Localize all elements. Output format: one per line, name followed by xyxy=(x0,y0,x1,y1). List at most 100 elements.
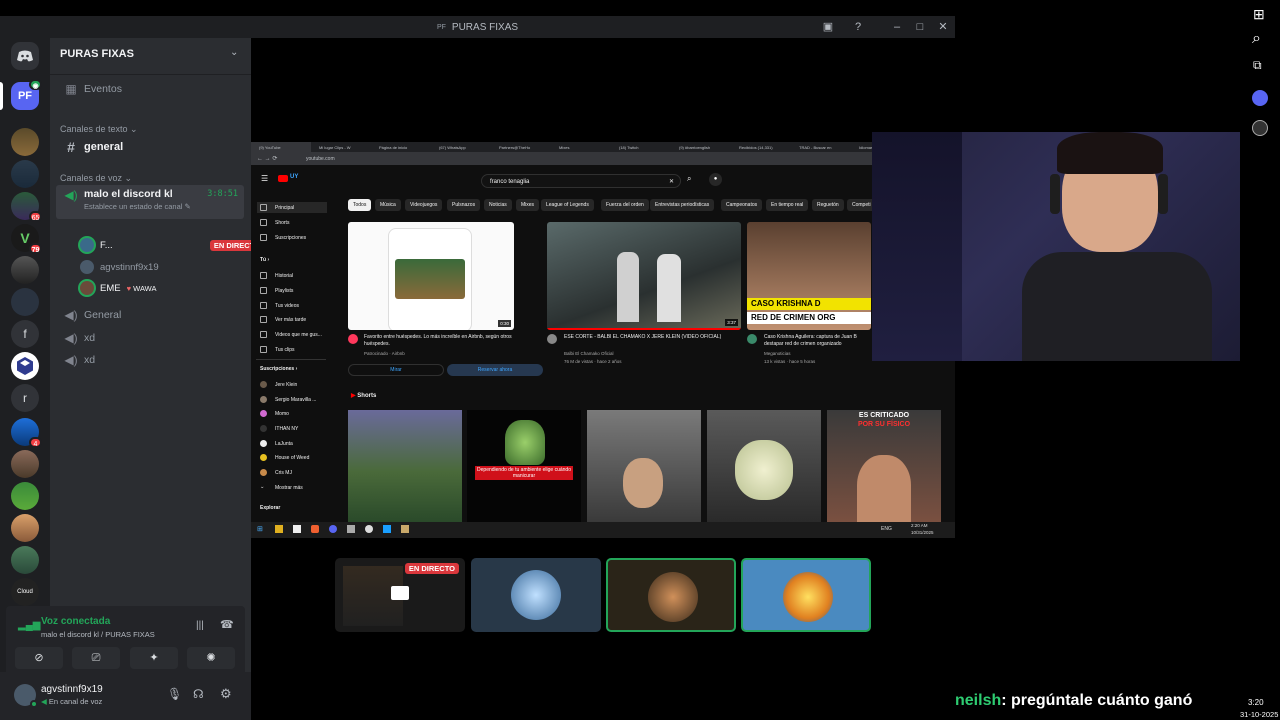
nav-history[interactable]: Historial xyxy=(260,272,293,279)
browser-tab[interactable]: Página de inicio xyxy=(371,142,431,152)
microphone-icon[interactable]: ● xyxy=(709,173,722,186)
username[interactable]: agvstinnf9x19 xyxy=(41,684,103,695)
browser-tab[interactable]: (18) Twitch xyxy=(611,142,671,152)
participant-tile-speaking[interactable] xyxy=(606,558,736,632)
video-thumbnail[interactable]: CASO KRISHNA D RED DE CRIMEN ORG xyxy=(747,222,871,330)
short-thumbnail[interactable] xyxy=(707,410,821,522)
browser-tab[interactable]: TRAD - Buscar en xyxy=(791,142,851,152)
search-icon[interactable]: ⌕ xyxy=(1252,30,1261,48)
participant-tile-speaking[interactable] xyxy=(741,558,871,632)
folder-icon[interactable] xyxy=(275,525,283,533)
sub-channel[interactable]: ITHAN NY xyxy=(260,425,298,432)
activities-button[interactable]: ✦ xyxy=(130,647,178,669)
nav-playlists[interactable]: Playlists xyxy=(260,287,293,294)
video-channel[interactable]: Balbi El Chamako Oficial xyxy=(564,351,614,356)
video-title[interactable]: Caso Krishna Aguilera: captura de Juan B… xyxy=(764,334,874,348)
server-icon[interactable] xyxy=(11,514,39,542)
browser-tab[interactable]: (67) WhatsApp xyxy=(431,142,491,152)
disconnect-icon[interactable]: ☎ xyxy=(220,618,234,631)
video-thumbnail[interactable]: 0:30 xyxy=(348,222,514,330)
windows-start-icon[interactable]: ⊞ xyxy=(1253,6,1265,23)
app-icon[interactable] xyxy=(365,525,373,533)
nav-watch-later[interactable]: Ver más tarde xyxy=(260,316,306,323)
video-channel[interactable]: Patrocinado · Airbnb xyxy=(364,351,405,356)
app-icon[interactable] xyxy=(401,525,409,533)
video-channel[interactable]: Meganoticias xyxy=(764,351,791,356)
server-icon-r[interactable]: r xyxy=(11,384,39,412)
voice-channel-active[interactable]: ◀) malo el discord kl Establece un estad… xyxy=(56,185,244,219)
server-icon-puras-fixas[interactable]: PF ◉ xyxy=(11,79,42,110)
filter-chip[interactable]: Todos xyxy=(348,199,372,211)
browser-tab[interactable]: (9) #barrioenglish xyxy=(671,142,731,152)
voice-channel-xd[interactable]: ◀) xd xyxy=(56,349,244,371)
browser-tab[interactable]: Mi lugar Clips - W xyxy=(311,142,371,152)
filter-chip[interactable]: Música xyxy=(375,199,401,211)
filter-chip[interactable]: Noticias xyxy=(484,199,512,211)
server-icon-cloud[interactable]: Cloud xyxy=(11,578,39,606)
shared-screen[interactable]: (9) YouTube Mi lugar Clips - W Página de… xyxy=(251,142,955,538)
filter-chip[interactable]: Pulsnazos xyxy=(447,199,481,211)
server-icon-f[interactable]: f xyxy=(11,320,39,348)
voice-user[interactable]: F... EN DIRECTO xyxy=(80,235,264,255)
video-title[interactable]: ESE CORTE - BALBI EL CHAMAKO X JERE KLEI… xyxy=(564,334,734,341)
filter-chip[interactable]: Videojuegos xyxy=(405,199,443,211)
nav-home[interactable]: Principal xyxy=(257,202,327,213)
discord-app-icon[interactable] xyxy=(329,525,337,533)
help-icon[interactable]: ? xyxy=(850,19,866,35)
sub-channel[interactable]: LaJunta xyxy=(260,440,293,447)
server-icon[interactable]: 4 xyxy=(11,418,42,448)
discord-app-icon[interactable] xyxy=(1252,90,1268,106)
filter-chip[interactable]: Entrevistas periodísticas xyxy=(650,199,715,211)
channel-avatar[interactable] xyxy=(547,334,557,344)
close-button[interactable]: ✕ xyxy=(935,19,951,35)
server-icon[interactable] xyxy=(11,450,39,478)
sub-channel[interactable]: Sergio Maravilla ... xyxy=(260,396,316,403)
show-more[interactable]: ⌄ Mostrar más xyxy=(260,484,303,491)
voice-category[interactable]: Canales de voz ⌄ xyxy=(60,173,132,184)
filter-chip[interactable]: Mixes xyxy=(516,199,540,211)
language-indicator[interactable]: ENG xyxy=(881,526,892,532)
video-title[interactable]: Favorito entre huéspedes. Lo más increíb… xyxy=(364,334,514,348)
voice-location[interactable]: malo el discord kl / PURAS FIXAS xyxy=(41,630,155,639)
server-icon[interactable]: V 79 xyxy=(11,224,42,254)
hamburger-menu-icon[interactable]: ☰ xyxy=(261,174,268,183)
voice-channel-xd[interactable]: ◀) xd xyxy=(56,327,244,349)
settings-gear-icon[interactable]: ⚙ xyxy=(220,686,232,702)
server-icon[interactable] xyxy=(11,482,39,510)
subs-header[interactable]: Suscripciones › xyxy=(260,366,297,372)
short-thumbnail[interactable]: Dependiendo de tu ambiente elige cuándo … xyxy=(467,410,581,522)
windows-start-icon[interactable]: ⊞ xyxy=(257,525,263,533)
youtube-logo-icon[interactable] xyxy=(278,175,288,182)
minimize-button[interactable]: – xyxy=(889,19,905,35)
voice-user[interactable]: EME ♥ WAWA xyxy=(80,278,156,298)
book-now-button[interactable]: Reservar ahora xyxy=(447,364,543,376)
browser-tab[interactable]: (9) YouTube xyxy=(251,142,311,152)
nav-you-header[interactable]: Tú › xyxy=(260,257,269,263)
search-input[interactable]: franco tenaglia ✕ xyxy=(481,174,681,188)
discord-home-icon[interactable] xyxy=(11,42,39,70)
nav-subscriptions[interactable]: Suscripciones xyxy=(260,234,306,241)
server-icon[interactable] xyxy=(11,546,39,574)
app-icon[interactable] xyxy=(1252,120,1268,136)
sub-channel[interactable]: Jere Klein xyxy=(260,381,297,388)
nav-arrows-icon[interactable]: ← → ⟳ xyxy=(257,155,277,162)
sub-channel[interactable]: Momo xyxy=(260,410,289,417)
participant-tile[interactable] xyxy=(471,558,601,632)
nav-clips[interactable]: Tus clips xyxy=(260,346,295,353)
soundboard-button[interactable]: ✺ xyxy=(187,647,235,669)
voice-channel-general[interactable]: ◀) General xyxy=(56,304,244,326)
task-view-icon[interactable]: ⧉ xyxy=(1253,58,1262,73)
steam-icon[interactable] xyxy=(383,525,391,533)
watch-button[interactable]: Mirar xyxy=(348,364,444,376)
browser-tab[interactable]: Mixes xyxy=(551,142,611,152)
channel-status-field[interactable]: Establece un estado de canal ✎ xyxy=(84,202,191,211)
sub-channel[interactable]: Cris MJ xyxy=(260,469,292,476)
channel-avatar[interactable] xyxy=(348,334,358,344)
short-thumbnail[interactable] xyxy=(348,410,462,522)
noise-suppression-icon[interactable]: ||| xyxy=(196,620,204,631)
server-icon-cube[interactable] xyxy=(11,352,39,380)
video-thumbnail[interactable]: 3:37 xyxy=(547,222,741,330)
search-icon[interactable]: ⌕ xyxy=(687,174,691,184)
participant-tile-streaming[interactable]: EN DIRECTO xyxy=(335,558,465,632)
nav-liked[interactable]: Videos que me gus... xyxy=(260,331,322,338)
